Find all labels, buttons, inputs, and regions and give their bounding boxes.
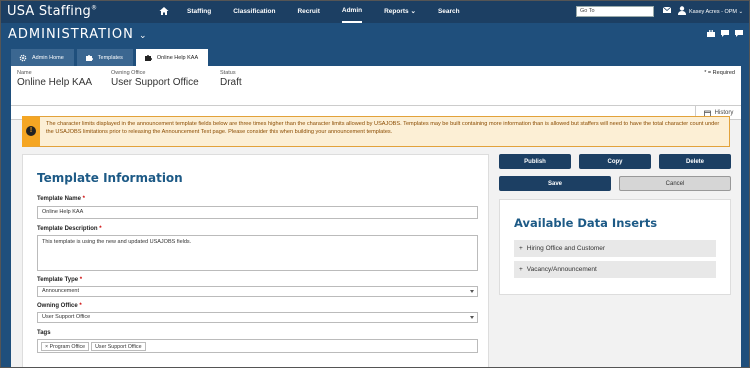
- brand-name: USA Staffing: [7, 4, 92, 19]
- tags-input[interactable]: × Program Office User Support Office: [37, 339, 478, 353]
- chevron-down-icon: ⌄: [738, 9, 744, 15]
- info-status: Status Draft: [220, 70, 242, 88]
- nav-recruit[interactable]: Recruit: [297, 1, 319, 23]
- template-name-label-text: Template Name: [37, 196, 81, 202]
- info-office-label: Owning Office: [111, 70, 146, 76]
- owning-office-select[interactable]: User Support Office: [37, 312, 478, 323]
- template-type-select[interactable]: Announcement: [37, 286, 478, 297]
- chevron-down-icon: ⌄: [410, 8, 416, 15]
- owning-office-label: Owning Office *: [37, 303, 82, 309]
- owning-office-label-text: Owning Office: [37, 303, 78, 309]
- info-status-value: Draft: [220, 77, 242, 88]
- template-type-value: Announcement: [42, 288, 79, 294]
- insert-label: Vacancy/Announcement: [526, 266, 597, 273]
- copy-button[interactable]: Copy: [579, 154, 651, 169]
- tag-user-support-office[interactable]: User Support Office: [91, 342, 146, 351]
- help-chat-icon[interactable]: [735, 30, 743, 37]
- template-info-bar: Name Online Help KAA Owning Office User …: [11, 66, 741, 106]
- user-menu[interactable]: Kasey Acres - OPM ⌄: [689, 1, 743, 23]
- insert-label: Hiring Office and Customer: [526, 245, 606, 252]
- tab-online-help-kaa[interactable]: Online Help KAA: [135, 49, 209, 66]
- tags-label: Tags: [37, 330, 51, 336]
- main-nav: Staffing Classification Recruit Admin Re…: [187, 1, 482, 23]
- character-limit-warning: ! The character limits displayed in the …: [22, 116, 730, 147]
- chat-icon[interactable]: [721, 30, 729, 37]
- available-data-inserts-panel: Available Data Inserts + Hiring Office a…: [499, 199, 731, 295]
- nav-reports-label: Reports: [384, 8, 409, 15]
- main-content: Name Online Help KAA Owning Office User …: [11, 66, 741, 367]
- puzzle-icon: [85, 54, 93, 61]
- tab-bar: Admin Home Templates Online Help KAA: [11, 49, 209, 66]
- nav-reports[interactable]: Reports ⌄: [384, 1, 416, 23]
- nav-search[interactable]: Search: [438, 1, 460, 23]
- brand-mark: ®: [91, 4, 98, 12]
- page-title-label: ADMINISTRATION: [8, 27, 134, 42]
- required-mark: *: [82, 196, 85, 202]
- template-type-label-text: Template Type: [37, 277, 79, 283]
- template-description-value: This template is using the new and updat…: [42, 239, 192, 245]
- template-description-label: Template Description *: [37, 226, 102, 232]
- top-nav-bar: USA Staffing® Staffing Classification Re…: [1, 1, 749, 23]
- nav-admin[interactable]: Admin: [341, 1, 363, 23]
- tab-label: Templates: [97, 54, 123, 61]
- tag-program-office[interactable]: × Program Office: [41, 342, 90, 351]
- app-window: USA Staffing® Staffing Classification Re…: [0, 0, 750, 368]
- tab-label: Online Help KAA: [156, 54, 199, 61]
- required-mark: *: [79, 303, 82, 309]
- user-name: Kasey Acres - OPM: [689, 9, 737, 15]
- chevron-down-icon: ⌄: [138, 31, 148, 41]
- gear-icon: [19, 54, 27, 61]
- toolbox-icon[interactable]: [707, 30, 715, 37]
- publish-button[interactable]: Publish: [499, 154, 571, 169]
- exclamation-icon: !: [26, 126, 36, 136]
- mail-icon[interactable]: [663, 7, 671, 13]
- goto-input[interactable]: Go To: [576, 6, 654, 17]
- page-title[interactable]: ADMINISTRATION ⌄: [8, 27, 148, 42]
- plus-icon: +: [519, 266, 523, 273]
- dropdown-caret-icon: [470, 316, 474, 319]
- info-status-label: Status: [220, 70, 236, 76]
- info-name-label: Name: [17, 70, 32, 76]
- plus-icon: +: [519, 245, 523, 252]
- insert-vacancy-announcement[interactable]: + Vacancy/Announcement: [514, 261, 716, 278]
- puzzle-icon: [144, 54, 152, 61]
- template-name-label: Template Name *: [37, 196, 85, 202]
- form-title: Template Information: [37, 171, 183, 185]
- info-name-value: Online Help KAA: [17, 77, 93, 88]
- save-button[interactable]: Save: [499, 176, 611, 191]
- tab-label: Admin Home: [32, 54, 64, 61]
- template-description-textarea[interactable]: This template is using the new and updat…: [37, 235, 478, 271]
- template-description-label-text: Template Description: [37, 226, 98, 232]
- delete-button[interactable]: Delete: [659, 154, 731, 169]
- cancel-button[interactable]: Cancel: [619, 176, 731, 191]
- user-icon[interactable]: [678, 6, 686, 15]
- info-office-value: User Support Office: [111, 77, 199, 88]
- required-note: * = Required: [704, 70, 735, 76]
- info-name: Name Online Help KAA: [17, 70, 92, 88]
- insert-hiring-office-and-customer[interactable]: + Hiring Office and Customer: [514, 240, 716, 257]
- info-office: Owning Office User Support Office: [111, 70, 199, 88]
- template-type-label: Template Type *: [37, 277, 82, 283]
- home-icon[interactable]: [159, 6, 169, 16]
- nav-staffing[interactable]: Staffing: [187, 1, 211, 23]
- warning-text: The character limits displayed in the an…: [46, 121, 720, 135]
- template-name-input[interactable]: Online Help KAA: [37, 206, 478, 219]
- tab-admin-home[interactable]: Admin Home: [11, 49, 74, 66]
- dropdown-caret-icon: [470, 290, 474, 293]
- brand-logo[interactable]: USA Staffing®: [7, 4, 97, 19]
- tab-templates[interactable]: Templates: [76, 49, 133, 66]
- required-mark: *: [99, 226, 102, 232]
- inserts-title: Available Data Inserts: [514, 216, 658, 230]
- template-information-panel: Template Information Template Name * Onl…: [22, 154, 489, 367]
- owning-office-value: User Support Office: [42, 314, 91, 320]
- required-mark: *: [79, 277, 83, 283]
- header-icons: [707, 30, 743, 37]
- nav-classification[interactable]: Classification: [233, 1, 275, 23]
